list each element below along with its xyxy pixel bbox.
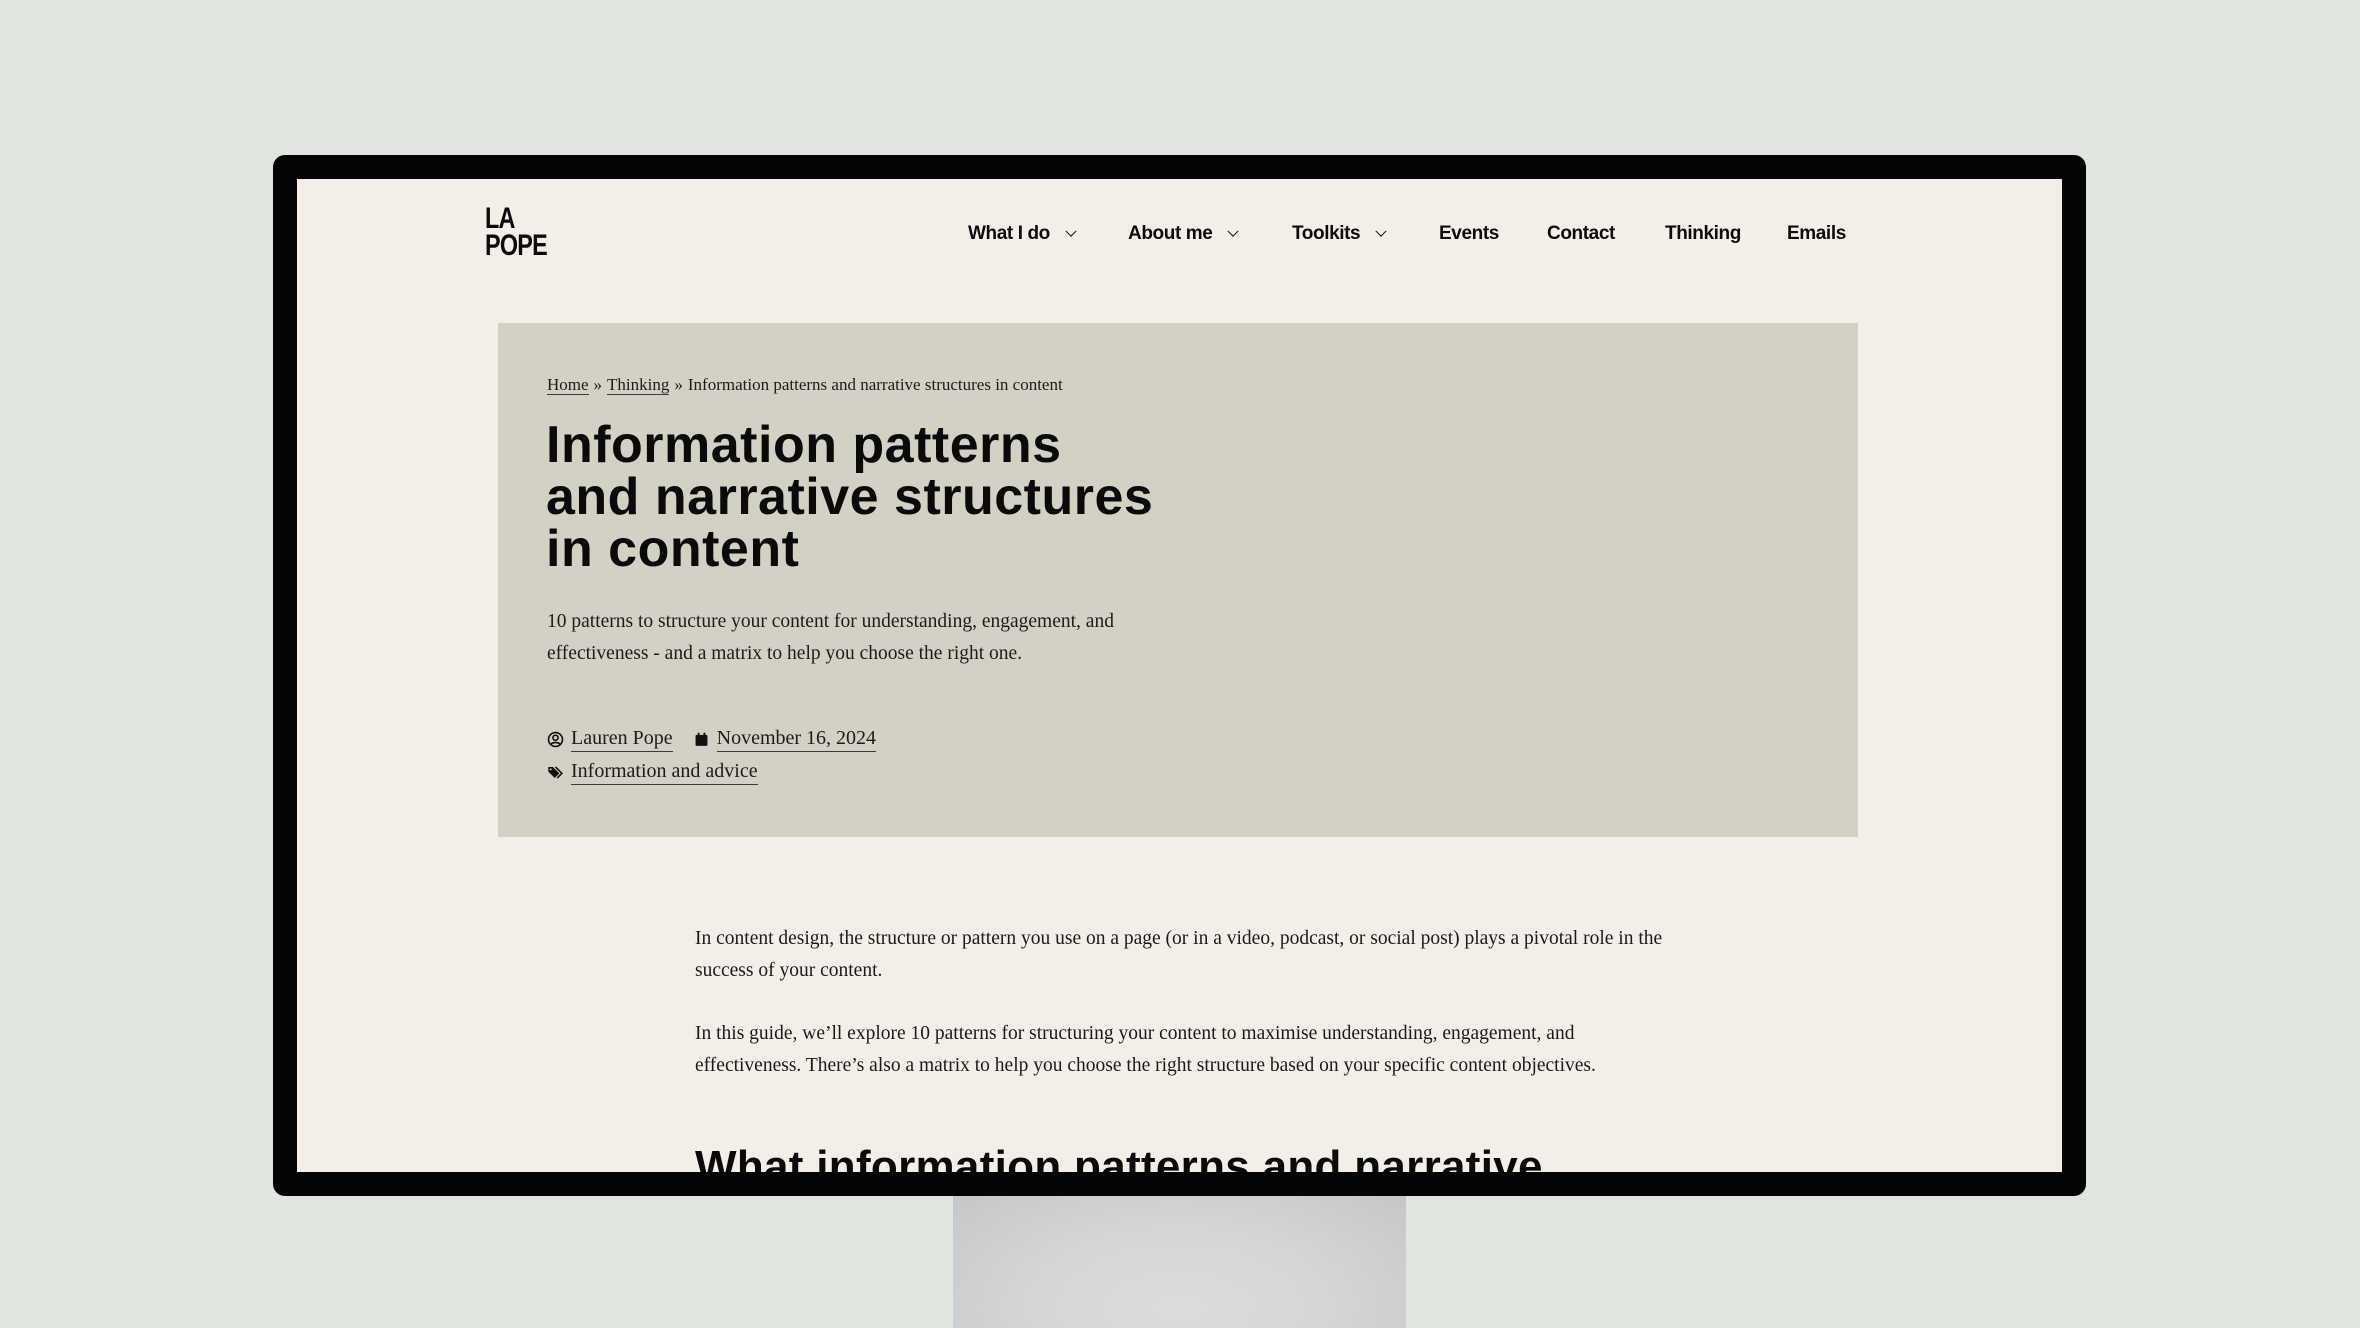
nav-label: Thinking — [1665, 223, 1741, 244]
chevron-down-icon — [1375, 225, 1387, 237]
nav-label: Emails — [1787, 223, 1846, 244]
breadcrumb-separator: » — [674, 375, 683, 394]
chevron-down-icon — [1227, 225, 1240, 237]
breadcrumb-separator: » — [593, 375, 603, 394]
tags-icon — [547, 764, 564, 781]
date-link[interactable]: November 16, 2024 — [716, 727, 877, 752]
nav-label: Events — [1439, 223, 1499, 244]
chevron-down-icon — [1065, 225, 1077, 237]
post-meta: Lauren Pope November 16, 2024 Informatio… — [547, 723, 896, 789]
breadcrumb-home-link[interactable]: Home — [547, 375, 589, 395]
nav-item-about-me[interactable]: About me — [1128, 223, 1240, 245]
nav-item-what-i-do[interactable]: What I do — [968, 223, 1077, 245]
breadcrumb-current: Information patterns and narrative struc… — [687, 375, 1063, 394]
nav-item-thinking[interactable]: Thinking — [1665, 223, 1741, 245]
monitor-stand — [953, 1190, 1406, 1328]
section-heading: What information patterns and narrative — [695, 1142, 1543, 1172]
calendar-icon — [693, 731, 710, 748]
nav-item-contact[interactable]: Contact — [1547, 223, 1615, 245]
category-link[interactable]: Information and advice — [571, 760, 758, 785]
page-title: Information patterns and narrative struc… — [546, 416, 1154, 578]
nav-label: About me — [1128, 223, 1213, 244]
user-circle-icon — [547, 731, 564, 748]
hero-section: Home» Thinking» Information patterns and n… — [498, 323, 1858, 837]
meta-row-author-date: Lauren Pope November 16, 2024 — [547, 723, 896, 756]
breadcrumb-thinking-link[interactable]: Thinking — [607, 375, 670, 395]
breadcrumb: Home» Thinking» Information patterns and n… — [547, 375, 1063, 395]
author-link[interactable]: Lauren Pope — [571, 727, 673, 752]
nav-item-emails[interactable]: Emails — [1787, 223, 1846, 245]
author-meta: Lauren Pope — [547, 727, 673, 752]
page-subtitle: 10 patterns to structure your content fo… — [547, 611, 1114, 664]
meta-row-category: Information and advice — [547, 756, 896, 789]
nav-label: Toolkits — [1292, 223, 1361, 244]
article-paragraph: In content design, the structure or patt… — [695, 928, 1663, 981]
main-nav: What I do About me Toolkits Events Conta… — [297, 223, 2062, 253]
nav-label: Contact — [1547, 223, 1615, 244]
category-meta: Information and advice — [547, 760, 758, 785]
date-meta: November 16, 2024 — [693, 727, 877, 752]
browser-viewport: LA POPE What I do About me Toolkits Even… — [297, 179, 2062, 1172]
nav-item-toolkits[interactable]: Toolkits — [1292, 223, 1387, 245]
article-paragraph: In this guide, we’ll explore 10 patterns… — [695, 1023, 1596, 1076]
article-body: In content design, the structure or patt… — [695, 923, 1685, 1172]
nav-item-events[interactable]: Events — [1439, 223, 1499, 245]
nav-label: What I do — [968, 223, 1050, 244]
